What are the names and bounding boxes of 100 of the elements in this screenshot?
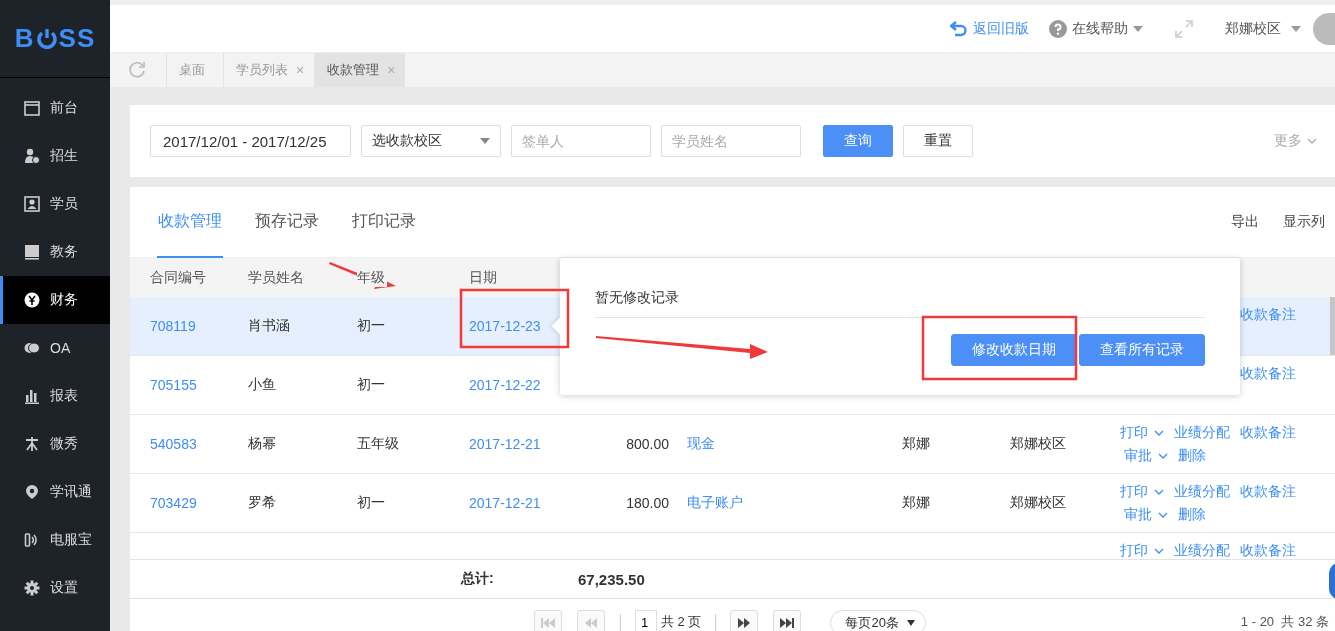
caret-icon[interactable] [1158,511,1168,518]
help-menu[interactable]: 在线帮助 [1049,19,1143,38]
next-page-button[interactable] [730,610,759,631]
action-link[interactable]: 打印 [1120,481,1164,502]
caret-icon[interactable] [1154,429,1164,436]
table-cell: 初一 [357,376,385,394]
tab[interactable]: 打印记录 [351,186,417,258]
date-range-field[interactable]: 2017/12/01 - 2017/12/25 [150,125,351,157]
page-tab[interactable]: 桌面 [166,53,223,87]
undo-icon [950,20,968,37]
sidebar-item[interactable]: 学员 [0,180,110,228]
sidebar-item[interactable]: 招生 [0,132,110,180]
action-link[interactable]: 删除 [1178,445,1206,466]
action-link[interactable]: 打印 [1120,422,1164,443]
more-link[interactable]: 更多 [1274,132,1317,150]
action-link[interactable]: 收款备注 [1240,481,1296,502]
annotation-arrow [329,262,396,289]
help-icon [1049,19,1067,38]
action-link[interactable]: 收款备注 [1240,540,1296,559]
refresh-icon[interactable] [128,61,146,79]
caret-icon[interactable] [1154,547,1164,554]
campus-select[interactable]: 选收款校区 [361,125,501,157]
table-row[interactable]: 540583 杨幂 五年级 2017-12-21 800.00 现金 郑娜 郑娜校区 打印 业绩分配 收款备注 审批 删除 [130,415,1335,474]
page-tab[interactable]: 收款管理 × [314,53,406,87]
reset-button[interactable]: 重置 [903,125,973,157]
last-page-button[interactable] [773,610,802,631]
sidebar-item[interactable]: 电服宝 [0,516,110,564]
action-link[interactable]: 业绩分配 [1174,540,1230,559]
chevron-icon [1307,138,1317,144]
action-link[interactable]: 业绩分配 [1174,481,1230,502]
popover-button[interactable]: 修改收款日期 [951,334,1077,366]
sidebar-item[interactable]: 财务 [0,276,110,324]
sidebar-item[interactable]: 学讯通 [0,468,110,516]
action-link[interactable]: 打印 [1120,540,1164,559]
payment-method-link[interactable]: 现金 [687,435,715,453]
popover-message: 暂无修改记录 [595,258,1205,318]
contract-link[interactable]: 708119 [150,318,196,334]
action-link[interactable]: 业绩分配 [1174,422,1230,443]
caret-icon [480,138,490,144]
toolbar-link[interactable]: 显示列 [1283,213,1325,231]
yen-icon [24,292,40,308]
contract-link[interactable]: 705155 [150,377,197,393]
total-value: 67,235.50 [578,570,645,588]
contract-link[interactable]: 540583 [150,436,197,452]
search-button[interactable]: 查询 [823,125,893,157]
pin-icon [24,484,40,500]
page-number-field[interactable]: 1 [635,610,657,631]
sidebar-item[interactable]: 设置 [0,564,110,612]
campus-menu[interactable]: 郑娜校区 [1225,19,1301,38]
sidebar-item[interactable]: 微秀 [0,420,110,468]
caret-icon [907,620,916,626]
student-name-field[interactable]: 学员姓名 [661,125,801,157]
back-link[interactable]: 返回旧版 [950,19,1029,38]
action-link[interactable]: 审批 [1124,504,1168,525]
caret-icon[interactable] [1158,452,1168,459]
tab[interactable]: 预存记录 [254,186,320,258]
chat-icon [24,340,40,356]
table-cell: 初一 [357,494,385,512]
toolbar-link[interactable]: 导出 [1231,213,1259,231]
date-link[interactable]: 2017-12-21 [469,495,541,511]
book-icon [24,244,40,260]
table-cell: 郑娜校区 [1010,435,1066,453]
table-cell: 郑娜 [902,435,930,453]
contract-link[interactable]: 703429 [150,495,197,511]
previous-page-icon [585,618,597,628]
close-icon[interactable]: × [296,62,305,78]
page-count: 共 2 页 [661,613,702,631]
avatar[interactable] [1313,12,1335,45]
portrait-icon [24,196,40,212]
action-link[interactable]: 审批 [1124,445,1168,466]
scrollbar[interactable] [1330,297,1335,355]
sidebar-item[interactable]: 教务 [0,228,110,276]
action-link[interactable]: 收款备注 [1240,363,1296,384]
calendar-icon [24,100,40,116]
date-link[interactable]: 2017-12-22 [469,377,541,393]
table-row[interactable]: 703429 罗希 初一 2017-12-21 180.00 电子账户 郑娜 郑娜校区 打印 业绩分配 收款备注 审批 删除 [130,474,1335,533]
popover-button[interactable]: 查看所有记录 [1079,334,1205,366]
column-header: 合同编号 [150,268,208,287]
person-add-icon [24,148,40,164]
date-link[interactable]: 2017-12-21 [469,436,541,452]
table-cell: 杨幂 [248,435,276,453]
action-link[interactable]: 删除 [1178,504,1206,525]
payment-method-link[interactable]: 电子账户 [687,494,743,512]
table-cell: 初一 [357,317,385,335]
date-link[interactable]: 2017-12-23 [469,318,541,334]
table-cell: 郑娜校区 [1010,494,1066,512]
table-cell: 肖书涵 [248,317,290,335]
bar-chart-icon [24,388,40,404]
table-cell: 180.00 [626,495,669,511]
sidebar-item[interactable]: 前台 [0,84,110,132]
action-link[interactable]: 收款备注 [1240,304,1296,325]
caret-icon[interactable] [1154,488,1164,495]
sidebar-item[interactable]: 报表 [0,372,110,420]
table-cell: 郑娜 [902,494,930,512]
signer-field[interactable]: 签单人 [511,125,651,157]
caret-icon [1291,25,1301,32]
last-page-icon [780,618,795,628]
sidebar-item[interactable]: OA [0,324,110,372]
action-link[interactable]: 收款备注 [1240,422,1296,443]
close-icon[interactable]: × [387,62,396,78]
